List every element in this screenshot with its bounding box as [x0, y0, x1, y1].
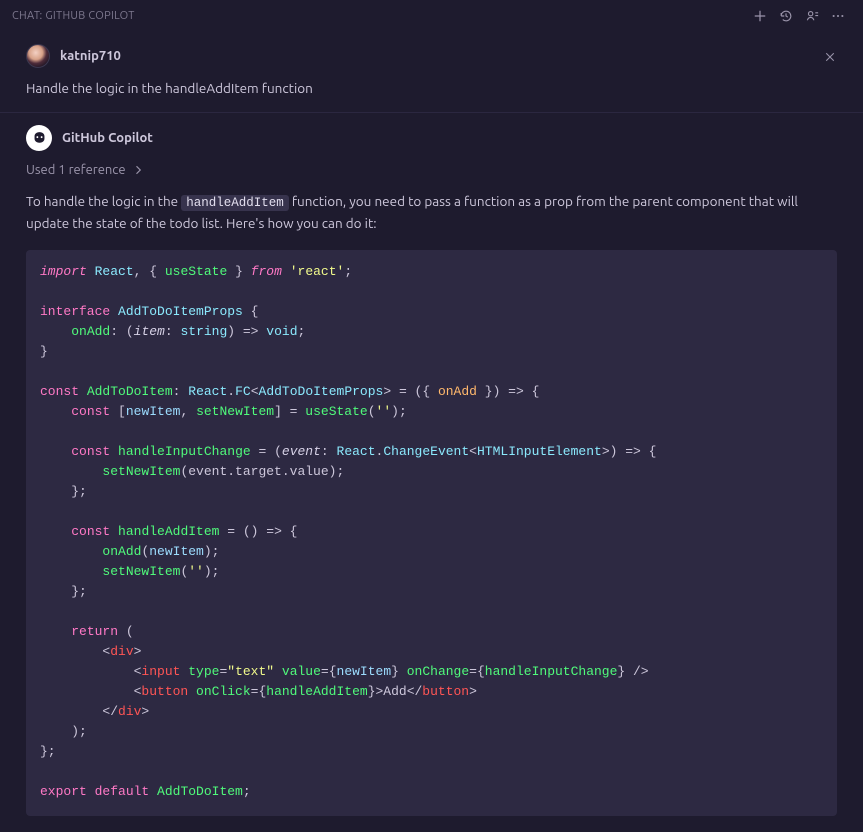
inline-code-ref: handleAddItem [181, 195, 289, 211]
dismiss-message-button[interactable] [819, 46, 841, 68]
references-toggle[interactable]: Used 1 reference [26, 163, 837, 177]
copilot-avatar [26, 125, 52, 151]
panel-title: CHAT: GITHUB COPILOT [12, 10, 135, 22]
user-avatar [26, 44, 50, 68]
open-in-sidebar-icon [805, 9, 820, 24]
user-message: katnip710 Handle the logic in the handle… [0, 32, 863, 113]
assistant-message: GitHub Copilot Used 1 reference To handl… [0, 113, 863, 832]
username: katnip710 [60, 49, 121, 63]
open-in-editor-button[interactable] [799, 3, 825, 29]
chevron-right-icon [132, 164, 144, 176]
plus-icon [753, 9, 767, 23]
history-button[interactable] [773, 3, 799, 29]
message-header: katnip710 [26, 44, 837, 68]
references-label: Used 1 reference [26, 163, 126, 177]
close-icon [824, 51, 836, 63]
assistant-name: GitHub Copilot [62, 131, 153, 145]
user-message-text: Handle the logic in the handleAddItem fu… [26, 80, 837, 96]
new-chat-button[interactable] [747, 3, 773, 29]
code-block[interactable]: import React, { useState } from 'react';… [26, 250, 837, 816]
message-header: GitHub Copilot [26, 125, 837, 151]
more-icon [831, 9, 845, 23]
panel-titlebar: CHAT: GITHUB COPILOT [0, 0, 863, 32]
assistant-response-text: To handle the logic in the handleAddItem… [26, 191, 837, 234]
more-actions-button[interactable] [825, 3, 851, 29]
history-icon [779, 9, 793, 23]
response-prefix: To handle the logic in the [26, 193, 181, 209]
chat-scroll-region: katnip710 Handle the logic in the handle… [0, 32, 863, 832]
